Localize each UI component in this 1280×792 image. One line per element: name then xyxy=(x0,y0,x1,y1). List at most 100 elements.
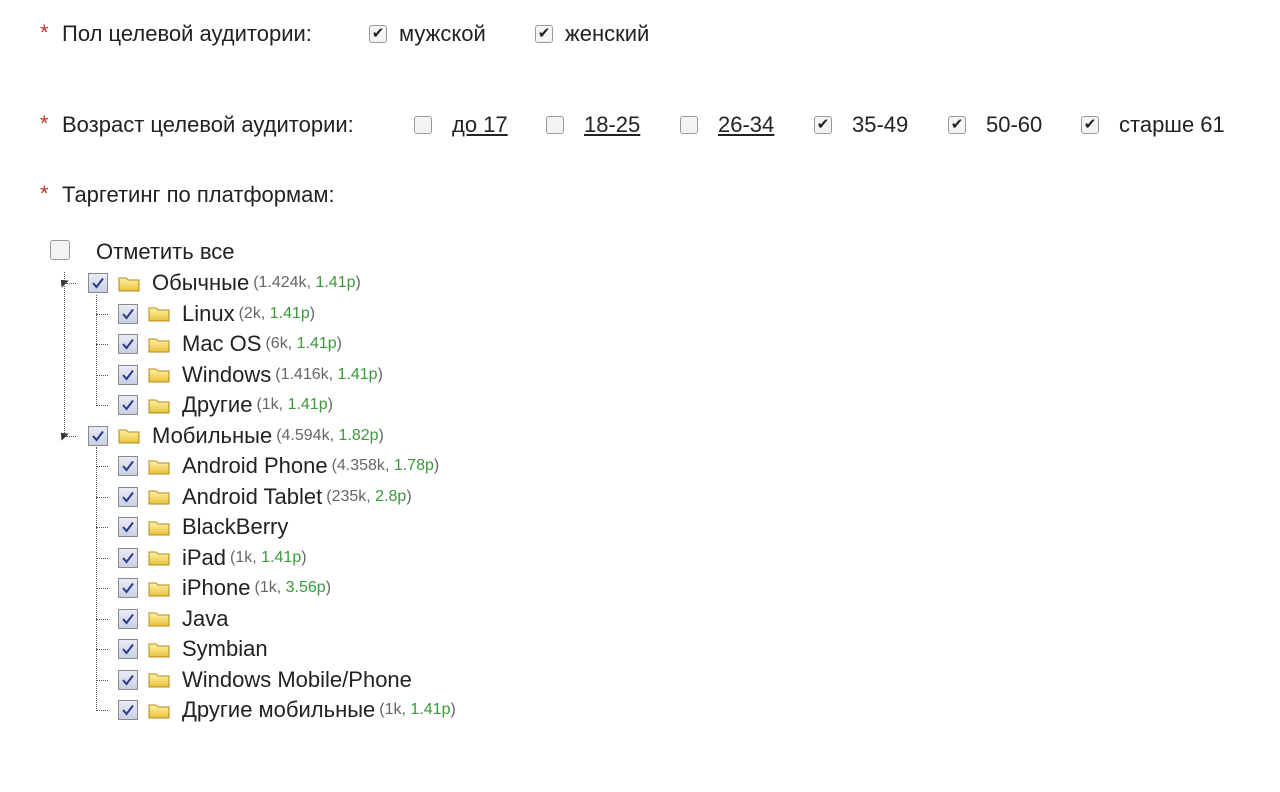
group-0-item-0-checkbox[interactable] xyxy=(118,303,138,324)
select-all-label[interactable]: Отметить все xyxy=(96,239,235,265)
folder-icon xyxy=(148,702,170,719)
meta-close-paren: ) xyxy=(355,274,361,291)
group-1-item-0-row[interactable]: Android Phone (4.358k, 1.78р) xyxy=(118,451,439,481)
group-0-item-2-price: 1.41р xyxy=(337,365,378,383)
age-under17-label[interactable]: до 17 xyxy=(452,112,508,138)
age-option-26-34[interactable]: 26-34 xyxy=(680,112,774,138)
group-1-item-5-row[interactable]: Java xyxy=(118,604,228,634)
select-all-checkbox[interactable] xyxy=(50,240,70,260)
tree-connector xyxy=(96,618,108,620)
group-0-item-0-meta: (2k, 1.41р) xyxy=(239,305,316,323)
group-0-item-2-name[interactable]: Windows xyxy=(182,362,271,388)
group-1-item-1-checkbox[interactable] xyxy=(118,486,138,507)
group-1-item-2-name[interactable]: BlackBerry xyxy=(182,514,288,540)
group-1-item-2-checkbox[interactable] xyxy=(118,517,138,537)
group-1-item-1-name[interactable]: Android Tablet xyxy=(182,484,322,510)
age-option-under17[interactable]: до 17 xyxy=(414,112,508,138)
age-option-over61[interactable]: старше 61 xyxy=(1081,112,1225,138)
group-1-item-6-checkbox[interactable] xyxy=(118,639,138,659)
age-option-35-49[interactable]: 35-49 xyxy=(814,112,908,138)
tree-connector xyxy=(96,588,108,589)
group-1-item-0-checkbox[interactable] xyxy=(118,456,138,476)
group-1-item-2-row[interactable]: BlackBerry xyxy=(118,512,288,542)
age-option-50-60[interactable]: 50-60 xyxy=(948,112,1042,138)
group-0-item-1-price: 1.41р xyxy=(296,335,337,352)
group-1-item-3-name[interactable]: iPad xyxy=(182,545,226,571)
age-26-34-checkbox[interactable] xyxy=(680,116,698,134)
meta-separator: , xyxy=(276,579,286,596)
group-1-item-0-meta: (4.358k, 1.78р) xyxy=(332,457,440,475)
group-0-item-3-price: 1.41р xyxy=(287,396,328,413)
group-0-item-0-row[interactable]: Linux (2k, 1.41р) xyxy=(118,299,315,329)
meta-separator: , xyxy=(278,396,288,413)
group-1-name[interactable]: Мобильные xyxy=(152,423,272,449)
group-1-item-5-name[interactable]: Java xyxy=(182,606,228,632)
group-0-item-0-name[interactable]: Linux xyxy=(182,301,235,327)
group-1-item-8-checkbox[interactable] xyxy=(118,700,138,720)
age-35-49-checkbox[interactable] xyxy=(814,116,832,134)
group-0-meta: (1.424k, 1.41р) xyxy=(253,274,361,292)
group-1-item-4-checkbox[interactable] xyxy=(118,578,138,598)
tree-connector xyxy=(96,557,108,559)
folder-icon xyxy=(148,641,170,658)
meta-separator: , xyxy=(328,365,338,383)
gender-option-female[interactable]: женский xyxy=(535,21,649,47)
age-label: Возраст целевой аудитории: xyxy=(62,112,354,137)
group-0-item-2-checkbox[interactable] xyxy=(118,364,138,385)
folder-icon xyxy=(148,397,170,414)
group-1-item-7-name[interactable]: Windows Mobile/Phone xyxy=(182,667,412,693)
group-0-item-3-row[interactable]: Другие (1k, 1.41р) xyxy=(118,390,333,420)
group-0-item-0-count: 2k xyxy=(243,304,261,322)
group-0-item-3-checkbox[interactable] xyxy=(118,395,138,415)
meta-close-paren: ) xyxy=(406,487,412,505)
group-0-item-1-name[interactable]: Mac OS xyxy=(182,331,261,357)
group-1-item-8-row[interactable]: Другие мобильные (1k, 1.41р) xyxy=(118,695,456,725)
gender-male-checkbox[interactable] xyxy=(369,25,387,43)
group-1-item-8-price: 1.41р xyxy=(410,701,451,718)
group-0-item-3-name[interactable]: Другие xyxy=(182,392,252,418)
tree-connector xyxy=(96,294,97,406)
age-50-60-label: 50-60 xyxy=(986,112,1043,137)
group-1-item-8-name[interactable]: Другие мобильные xyxy=(182,697,375,723)
group-0-item-1-checkbox[interactable] xyxy=(118,334,138,354)
group-0-name[interactable]: Обычные xyxy=(152,270,249,296)
age-18-25-checkbox[interactable] xyxy=(546,116,564,134)
group-1-item-6-row[interactable]: Symbian xyxy=(118,634,268,664)
group-1-item-0-name[interactable]: Android Phone xyxy=(182,453,328,479)
group-1-row[interactable]: Мобильные (4.594k, 1.82р) xyxy=(88,421,384,451)
group-0-checkbox[interactable] xyxy=(88,273,108,293)
age-over61-checkbox[interactable] xyxy=(1081,116,1099,134)
group-1-item-1-row[interactable]: Android Tablet (235k, 2.8р) xyxy=(118,482,412,512)
age-option-18-25[interactable]: 18-25 xyxy=(546,112,640,138)
group-1-item-7-checkbox[interactable] xyxy=(118,669,138,690)
group-1-item-4-row[interactable]: iPhone (1k, 3.56р) xyxy=(118,573,331,603)
folder-icon xyxy=(118,427,140,444)
group-0-item-2-row[interactable]: Windows (1.416k, 1.41р) xyxy=(118,360,383,390)
group-1-item-3-row[interactable]: iPad (1k, 1.41р) xyxy=(118,543,307,573)
group-1-checkbox[interactable] xyxy=(88,425,108,446)
group-1-item-0-count: 4.358k xyxy=(336,457,385,474)
group-1-meta: (4.594k, 1.82р) xyxy=(276,427,384,445)
meta-close-paren: ) xyxy=(301,548,307,566)
gender-female-checkbox[interactable] xyxy=(535,25,553,43)
collapse-arrow-icon[interactable] xyxy=(57,276,69,288)
age-50-60-checkbox[interactable] xyxy=(948,116,966,134)
meta-close-paren: ) xyxy=(378,426,384,444)
group-1-price: 1.82р xyxy=(338,426,379,444)
group-0-count: 1.424k xyxy=(258,274,307,291)
group-1-item-4-meta: (1k, 3.56р) xyxy=(255,579,332,597)
group-0-item-1-row[interactable]: Mac OS (6k, 1.41р) xyxy=(118,329,342,359)
group-0-row[interactable]: Обычные (1.424k, 1.41р) xyxy=(88,268,361,298)
age-under17-checkbox[interactable] xyxy=(414,116,432,134)
age-26-34-label[interactable]: 26-34 xyxy=(718,112,774,138)
group-1-item-4-name[interactable]: iPhone xyxy=(182,575,251,601)
required-star: * xyxy=(40,181,49,206)
group-1-item-3-checkbox[interactable] xyxy=(118,547,138,568)
collapse-arrow-icon[interactable] xyxy=(57,428,69,441)
group-1-item-6-name[interactable]: Symbian xyxy=(182,636,268,662)
group-1-item-7-row[interactable]: Windows Mobile/Phone xyxy=(118,665,412,695)
gender-option-male[interactable]: мужской xyxy=(369,21,486,47)
group-1-item-5-checkbox[interactable] xyxy=(118,608,138,629)
age-18-25-label[interactable]: 18-25 xyxy=(584,112,640,138)
tree-connector xyxy=(96,374,108,376)
